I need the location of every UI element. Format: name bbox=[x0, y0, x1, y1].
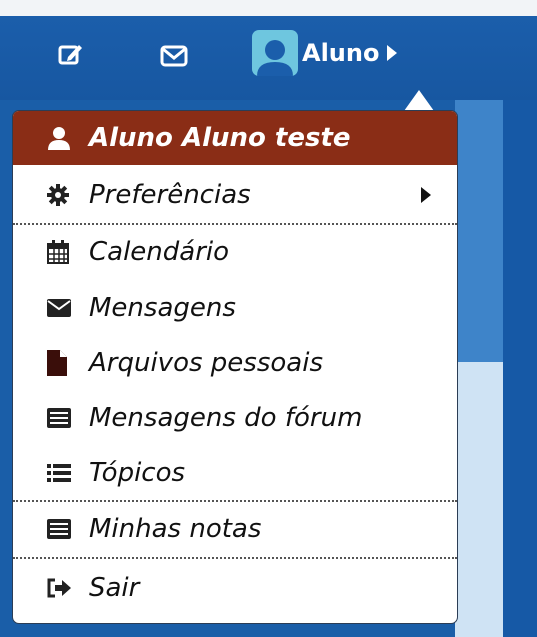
menu-item-label: Calendário bbox=[89, 237, 230, 267]
menu-item-topics[interactable]: Tópicos bbox=[13, 446, 457, 500]
user-icon bbox=[48, 127, 70, 150]
side-panel-light bbox=[455, 362, 503, 637]
menu-item-label: Sair bbox=[89, 573, 140, 603]
menu-item-messages[interactable]: Mensagens bbox=[13, 281, 457, 335]
menu-item-label: Mensagens do fórum bbox=[89, 403, 363, 433]
envelope-icon[interactable] bbox=[160, 45, 188, 67]
calendar-icon bbox=[47, 240, 69, 264]
caret-right-icon bbox=[421, 187, 431, 203]
list-icon bbox=[47, 464, 71, 482]
menu-item-logout[interactable]: Sair bbox=[13, 561, 457, 615]
user-name: Aluno bbox=[302, 39, 380, 67]
envelope-icon bbox=[47, 299, 71, 317]
list-box-icon bbox=[47, 519, 71, 539]
top-strip bbox=[0, 0, 537, 16]
edit-icon[interactable] bbox=[58, 42, 84, 66]
user-dropdown-menu: Aluno Aluno teste Preferências Calendári… bbox=[12, 110, 458, 624]
list-box-icon bbox=[47, 408, 71, 428]
caret-right-icon bbox=[387, 45, 398, 61]
menu-pointer bbox=[404, 90, 434, 111]
menu-item-forum-posts[interactable]: Mensagens do fórum bbox=[13, 391, 457, 445]
menu-item-label: Tópicos bbox=[89, 458, 186, 488]
menu-item-label: Minhas notas bbox=[89, 514, 262, 544]
menu-item-label: Preferências bbox=[89, 180, 251, 210]
menu-item-label: Arquivos pessoais bbox=[89, 348, 323, 378]
user-menu-button[interactable]: Aluno bbox=[252, 28, 398, 78]
menu-item-preferences[interactable]: Preferências bbox=[13, 168, 457, 222]
menu-item-private-files[interactable]: Arquivos pessoais bbox=[13, 336, 457, 390]
side-panel bbox=[455, 100, 503, 362]
menu-item-label: Aluno Aluno teste bbox=[89, 123, 351, 153]
sign-out-icon bbox=[47, 578, 71, 598]
menu-item-label: Mensagens bbox=[89, 293, 236, 323]
gear-icon bbox=[47, 184, 69, 206]
menu-item-grades[interactable]: Minhas notas bbox=[13, 502, 457, 556]
menu-item-calendar[interactable]: Calendário bbox=[13, 225, 457, 279]
menu-item-profile[interactable]: Aluno Aluno teste bbox=[13, 111, 457, 165]
separator bbox=[13, 557, 457, 559]
page-edge bbox=[503, 100, 537, 637]
avatar bbox=[252, 30, 298, 76]
file-icon bbox=[47, 350, 67, 376]
